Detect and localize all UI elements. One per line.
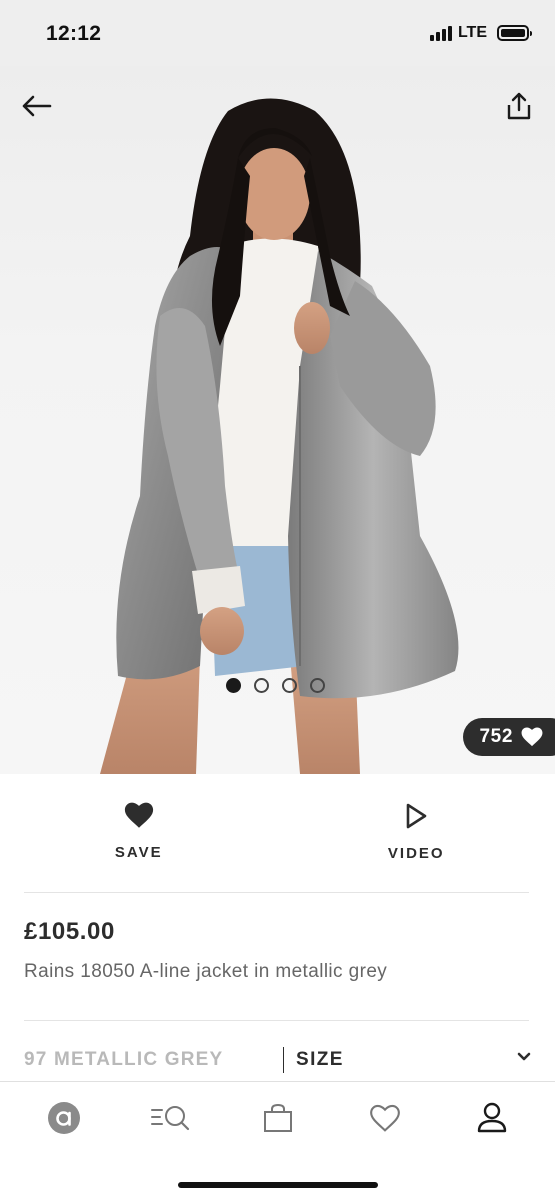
chevron-down-icon[interactable] xyxy=(517,1052,531,1062)
search-icon xyxy=(150,1106,189,1131)
variant-selectors: 97 METALLIC GREY SIZE xyxy=(0,1040,555,1082)
saved-heart-icon xyxy=(369,1104,400,1132)
nav-bag[interactable] xyxy=(248,1093,308,1143)
heart-icon xyxy=(521,727,543,747)
carousel-dot[interactable] xyxy=(226,678,241,693)
video-label: VIDEO xyxy=(387,845,445,862)
size-dropdown[interactable]: SIZE xyxy=(296,1049,344,1071)
selector-divider xyxy=(283,1047,284,1073)
carousel-dot[interactable] xyxy=(282,678,297,693)
network-type: LTE xyxy=(457,24,487,41)
nav-home[interactable] xyxy=(34,1093,94,1143)
video-button[interactable]: VIDEO xyxy=(278,774,555,892)
play-icon xyxy=(406,803,427,829)
carousel-dot[interactable] xyxy=(310,678,325,693)
back-button[interactable] xyxy=(16,88,56,124)
carousel-dot[interactable] xyxy=(254,678,269,693)
carousel-indicators xyxy=(226,678,325,693)
signal-icon xyxy=(429,25,452,41)
share-icon xyxy=(507,92,531,120)
likes-count: 752 xyxy=(479,726,513,747)
likes-badge[interactable]: 752 xyxy=(463,718,555,756)
product-image xyxy=(100,98,459,774)
status-bar: 12:12 LTE xyxy=(0,0,555,66)
status-indicators: LTE xyxy=(429,24,532,42)
product-actions: SAVE VIDEO xyxy=(0,774,555,892)
nav-saved[interactable] xyxy=(355,1093,415,1143)
home-icon xyxy=(47,1102,80,1134)
bag-icon xyxy=(263,1103,292,1132)
product-price: £105.00 xyxy=(24,918,115,945)
account-icon xyxy=(477,1102,506,1133)
heart-filled-icon xyxy=(124,802,153,828)
share-button[interactable] xyxy=(499,86,539,126)
save-label: SAVE xyxy=(114,844,163,861)
divider xyxy=(24,1020,529,1021)
arrow-left-icon xyxy=(22,95,52,117)
status-time: 12:12 xyxy=(46,22,102,45)
divider xyxy=(24,892,529,893)
save-button[interactable]: SAVE xyxy=(0,774,278,892)
nav-search[interactable] xyxy=(141,1093,201,1143)
home-indicator xyxy=(178,1182,378,1188)
battery-icon xyxy=(497,25,532,41)
nav-account[interactable] xyxy=(462,1093,522,1143)
bottom-navigation xyxy=(0,1081,555,1200)
product-image-carousel[interactable]: 752 xyxy=(0,66,555,774)
product-title: Rains 18050 A-line jacket in metallic gr… xyxy=(24,961,388,982)
colour-selector[interactable]: 97 METALLIC GREY xyxy=(24,1049,223,1071)
